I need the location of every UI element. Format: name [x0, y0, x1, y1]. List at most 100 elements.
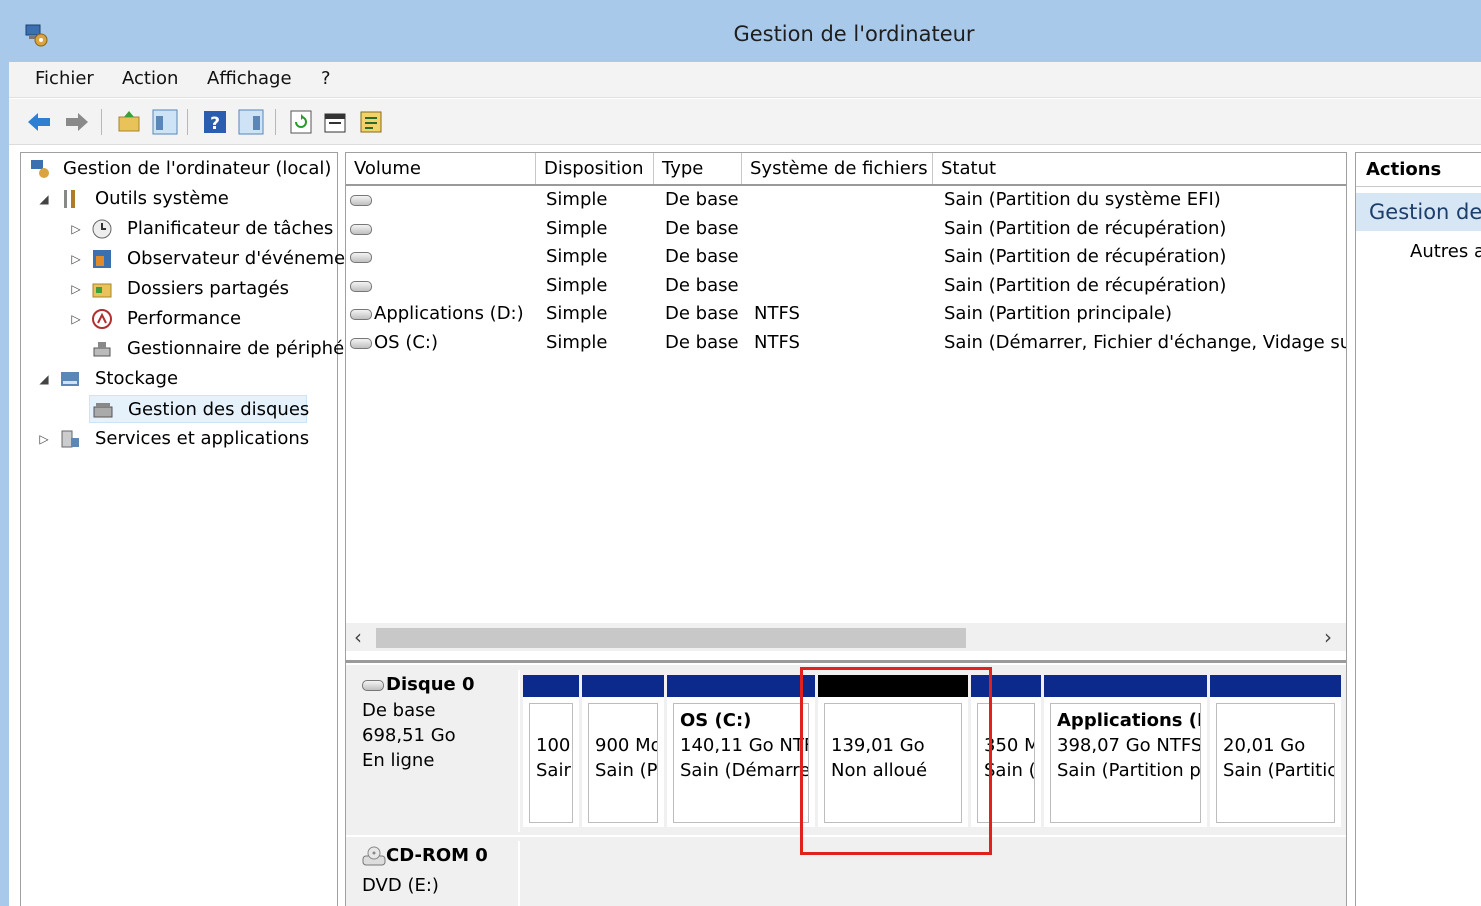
scroll-right-icon[interactable]: ›: [1324, 625, 1332, 649]
tree-label: Stockage: [95, 368, 179, 389]
collapsed-arrow-icon[interactable]: ▷: [69, 245, 83, 273]
table-cell: Simple: [546, 303, 608, 324]
partition-size: 140,11 Go NTF: [680, 735, 809, 756]
actions-group-disk-management[interactable]: Gestion des disques: [1356, 193, 1481, 231]
expanded-arrow-icon[interactable]: ◢: [37, 185, 51, 213]
help-icon[interactable]: ?: [201, 108, 229, 136]
partition-efi[interactable]: 100 Sair: [523, 675, 579, 827]
volume-icon: [350, 337, 372, 349]
table-cell: Simple: [546, 218, 608, 239]
column-header-volume[interactable]: Volume: [346, 153, 536, 185]
tree-label: Gestionnaire de périphé: [127, 338, 345, 359]
table-cell: Simple: [546, 189, 608, 210]
tree-label: Services et applications: [95, 428, 310, 449]
disk-icon: [362, 679, 384, 691]
properties-icon[interactable]: [321, 108, 349, 136]
cdrom-title: CD-ROM 0: [362, 845, 488, 867]
table-cell: De base: [665, 303, 739, 324]
table-cell: De base: [665, 218, 739, 239]
partition-status: Sair: [536, 760, 571, 781]
show-hide-action-pane-icon[interactable]: [237, 108, 265, 136]
menu-action[interactable]: Action: [122, 68, 178, 89]
table-cell: NTFS: [754, 332, 800, 353]
cdrom-0-info[interactable]: CD-ROM 0 DVD (E:): [348, 841, 520, 906]
tree-label: Planificateur de tâches: [127, 218, 334, 239]
table-row[interactable]: [350, 218, 374, 239]
up-folder-icon[interactable]: [115, 108, 143, 136]
header-divider: [346, 184, 1346, 186]
toolbar: ?: [9, 99, 1481, 145]
tree-label: Dossiers partagés: [127, 278, 290, 299]
svg-text:?: ?: [210, 114, 220, 134]
table-row[interactable]: [350, 275, 374, 296]
partition-title: Applications (D: [1057, 710, 1201, 731]
partition-recovery-1[interactable]: 900 Mo Sain (P: [582, 675, 664, 827]
partition-bar: [1210, 675, 1341, 697]
menu-help[interactable]: ?: [321, 68, 331, 89]
table-cell: Sain (Partition de récupération): [944, 246, 1227, 267]
partition-bar: [582, 675, 664, 697]
clock-icon: [92, 219, 112, 239]
table-row[interactable]: [350, 246, 374, 267]
partition-recovery-3[interactable]: 20,01 Go Sain (Partitic: [1210, 675, 1341, 827]
export-list-icon[interactable]: [357, 108, 385, 136]
expanded-arrow-icon[interactable]: ◢: [37, 365, 51, 393]
refresh-icon[interactable]: [287, 108, 315, 136]
table-row[interactable]: Applications (D:): [350, 303, 524, 324]
event-log-icon: [93, 250, 111, 268]
tree-label: Gestion de l'ordinateur (local): [63, 158, 332, 179]
partition-applications-d[interactable]: Applications (D 398,07 Go NTFS Sain (Par…: [1044, 675, 1207, 827]
cdrom-icon: [362, 846, 386, 866]
show-hide-tree-icon[interactable]: [151, 108, 179, 136]
scroll-left-icon[interactable]: ‹: [354, 625, 362, 649]
highlight-box: [800, 667, 992, 855]
table-cell: Sain (Démarrer, Fichier d'échange, Vidag…: [944, 332, 1346, 353]
console-tree: Gestion de l'ordinateur (local) ◢ Outils…: [20, 152, 345, 906]
table-row[interactable]: OS (C:): [350, 332, 438, 353]
partition-status: Sain (Démarre: [680, 760, 809, 781]
other-actions-link[interactable]: Autres actions: [1410, 241, 1481, 262]
column-header-layout[interactable]: Disposition: [536, 153, 654, 185]
forward-icon[interactable]: [63, 108, 91, 136]
column-header-filesystem[interactable]: Système de fichiers: [742, 153, 933, 185]
column-header-status[interactable]: Statut: [933, 153, 1346, 185]
pane-splitter[interactable]: [346, 660, 1346, 663]
table-cell: De base: [665, 275, 739, 296]
scrollbar-thumb[interactable]: [376, 628, 966, 648]
collapsed-arrow-icon[interactable]: ▷: [69, 305, 83, 333]
partition-body: 20,01 Go Sain (Partitic: [1216, 703, 1335, 823]
menu-affichage[interactable]: Affichage: [207, 68, 292, 89]
table-cell: Sain (Partition du système EFI): [944, 189, 1221, 210]
partition-status: Sain (Partition p: [1057, 760, 1201, 781]
table-cell: Sain (Partition de récupération): [944, 218, 1227, 239]
collapsed-arrow-icon[interactable]: ▷: [37, 425, 51, 453]
volume-icon: [350, 251, 372, 263]
partition-title: [536, 708, 566, 733]
horizontal-scrollbar[interactable]: ‹ ›: [346, 623, 1346, 651]
partition-body: 900 Mo Sain (P: [588, 703, 658, 823]
disk-size: 698,51 Go: [362, 725, 456, 746]
back-icon[interactable]: [25, 108, 53, 136]
partition-size: 100: [536, 735, 571, 756]
disk-0-info[interactable]: Disque 0 De base 698,51 Go En ligne: [348, 670, 520, 832]
partition-os-c[interactable]: OS (C:) 140,11 Go NTF Sain (Démarre: [667, 675, 815, 827]
partition-bar: [1044, 675, 1207, 697]
table-cell: Simple: [546, 246, 608, 267]
collapsed-arrow-icon[interactable]: ▷: [69, 215, 83, 243]
column-header-type[interactable]: Type: [654, 153, 742, 185]
performance-icon: [92, 309, 112, 329]
table-cell: De base: [665, 246, 739, 267]
menu-fichier[interactable]: Fichier: [35, 68, 94, 89]
tree-item-disk-management[interactable]: Gestion des disques: [89, 395, 309, 423]
table-row[interactable]: [350, 189, 374, 210]
partition-size: 398,07 Go NTFS: [1057, 735, 1201, 756]
table-cell: NTFS: [754, 303, 800, 324]
table-cell: De base: [665, 189, 739, 210]
partition-title: OS (C:): [680, 710, 752, 731]
disk-0-title: Disque 0: [362, 674, 475, 695]
collapsed-arrow-icon[interactable]: ▷: [69, 275, 83, 303]
partition-bar: [667, 675, 815, 697]
menu-bar: Fichier Action Affichage ?: [9, 62, 1481, 98]
cdrom-drive: DVD (E:): [362, 875, 439, 896]
partition-title: [595, 708, 651, 733]
